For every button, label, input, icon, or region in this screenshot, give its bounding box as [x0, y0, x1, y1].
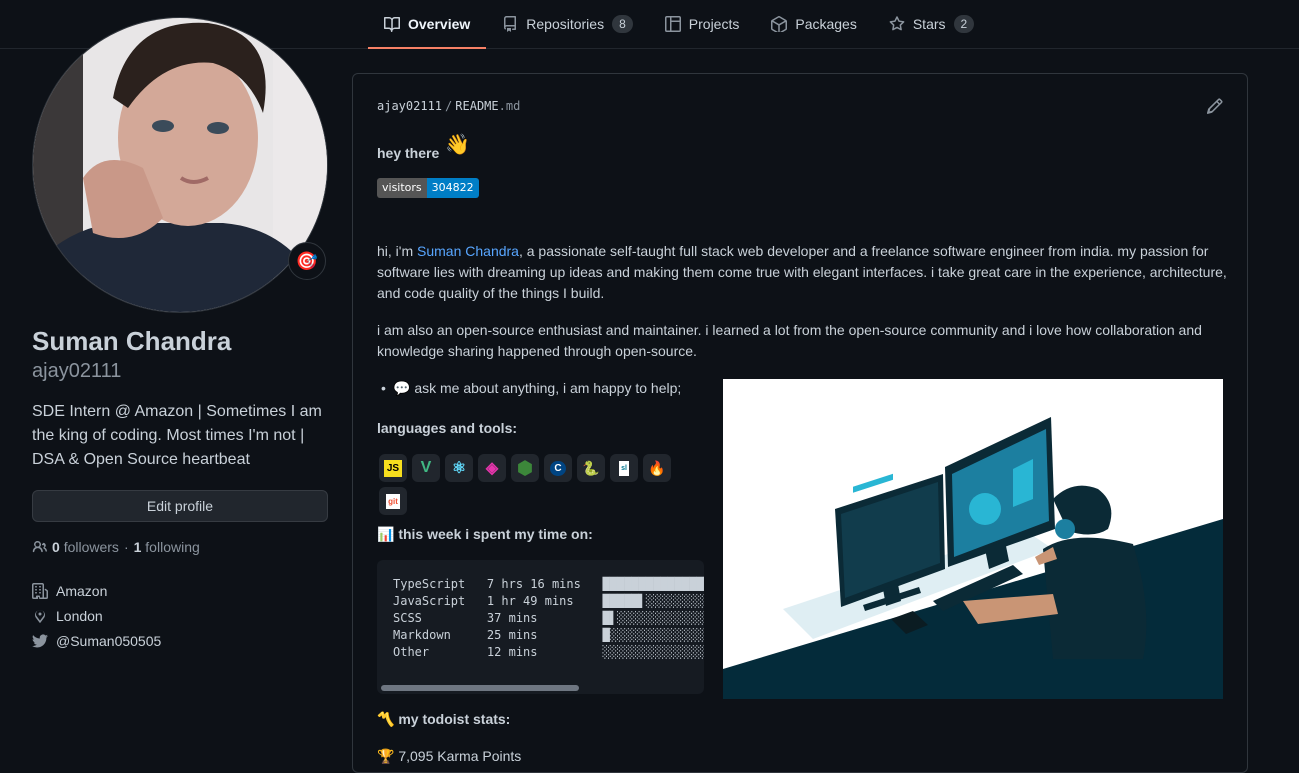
wakatime-block: TypeScript 7 hrs 16 mins ███████████████… — [377, 560, 704, 694]
pencil-icon[interactable] — [1207, 98, 1223, 114]
tool-label: 🔥 — [648, 459, 666, 476]
book-icon — [384, 16, 400, 32]
tool-label: git — [386, 493, 400, 509]
path-separator: / — [445, 99, 453, 113]
git-icon[interactable]: git — [379, 487, 407, 515]
twitter-handle: @Suman050505 — [56, 632, 162, 649]
readme-opensource: i am also an open-source enthusiast and … — [377, 322, 1202, 359]
edit-profile-button[interactable]: Edit profile — [32, 490, 328, 522]
nodejs-icon[interactable]: ⬢ — [511, 454, 539, 482]
wave-icon: 👋 — [445, 134, 470, 156]
tool-label: sl — [619, 460, 629, 476]
detail-location: London — [32, 603, 161, 628]
twitter-icon — [32, 633, 48, 648]
profile-name: Suman Chandra — [32, 326, 232, 356]
tab-repositories[interactable]: Repositories 8 — [486, 0, 649, 48]
profile-bio: SDE Intern @ Amazon | Sometimes I am the… — [32, 403, 322, 468]
mysql-icon[interactable]: sl — [610, 454, 638, 482]
location-name: London — [56, 607, 103, 624]
readme-path: ajay02111/README.md — [377, 99, 520, 113]
repo-icon — [504, 16, 517, 32]
tools-list: JS V ⚛ ◈ ⬢ C 🐍 sl 🔥 git — [379, 454, 679, 515]
tool-label: ⚛ — [451, 460, 467, 477]
avatar-photo — [33, 18, 327, 312]
tool-label: 🐍 — [582, 459, 600, 476]
tab-overview[interactable]: Overview — [368, 0, 487, 49]
followers-link[interactable]: 0 followers — [52, 539, 119, 555]
list-item: 💬 ask me about anything, i am happy to h… — [381, 380, 681, 397]
tab-projects[interactable]: Projects — [649, 0, 756, 48]
tab-label: Projects — [688, 16, 740, 32]
wakatime-stats: TypeScript 7 hrs 16 mins ███████████████… — [393, 577, 704, 659]
repo-count-badge: 8 — [612, 15, 633, 33]
project-icon — [664, 16, 681, 32]
readme-intro: hi, i'm Suman Chandra, a passionate self… — [377, 241, 1227, 304]
readme-file-base: README — [455, 99, 499, 113]
follow-stats: 0 followers · 1 following — [32, 539, 200, 555]
star-icon — [889, 16, 905, 31]
horizontal-scrollbar[interactable] — [381, 685, 579, 691]
illustration-svg — [723, 379, 1223, 699]
readme-file-ext: .md — [498, 99, 521, 113]
tools-heading: languages and tools: — [377, 420, 518, 436]
following-label: following — [145, 539, 200, 555]
javascript-icon[interactable]: JS — [379, 454, 407, 482]
tab-packages[interactable]: Packages — [755, 0, 872, 48]
readme-greeting: hey there — [377, 145, 440, 161]
avatar[interactable] — [32, 17, 328, 313]
readme-file-link[interactable]: README.md — [455, 99, 520, 113]
python-icon[interactable]: 🐍 — [577, 454, 605, 482]
cplusplus-icon[interactable]: C — [544, 454, 572, 482]
followers-label: followers — [63, 539, 119, 555]
tab-label: Stars — [912, 16, 946, 32]
tabs: Overview Repositories 8 Projects Package… — [368, 0, 990, 49]
tool-label: JS — [383, 459, 403, 477]
detail-company: Amazon — [32, 578, 161, 603]
tab-label: Repositories — [526, 16, 605, 32]
package-icon — [771, 16, 788, 32]
tool-label: ◈ — [485, 460, 499, 477]
location-icon — [35, 609, 45, 623]
following-link[interactable]: 1 following — [134, 539, 200, 555]
developer-illustration — [723, 379, 1223, 699]
detail-twitter[interactable]: @Suman050505 — [32, 628, 161, 653]
people-icon — [32, 541, 47, 553]
tool-label: V — [420, 459, 432, 476]
tool-label: C — [550, 460, 566, 476]
author-link[interactable]: Suman Chandra — [417, 243, 519, 259]
tab-stars[interactable]: Stars 2 — [873, 0, 990, 48]
intro-pre: hi, i'm — [377, 243, 418, 259]
week-heading: 📊 this week i spent my time on: — [377, 526, 593, 542]
followers-count: 0 — [52, 539, 60, 555]
tab-label: Overview — [408, 16, 471, 32]
company-name: Amazon — [56, 582, 108, 599]
profile-details: Amazon London @Suman050505 — [32, 578, 161, 653]
follow-separator: · — [123, 539, 129, 555]
following-count: 1 — [133, 539, 142, 555]
firebase-icon[interactable]: 🔥 — [643, 454, 671, 482]
tool-label: ⬢ — [517, 457, 533, 478]
profile-readme: ajay02111/README.md hey there 👋 visitors… — [352, 73, 1248, 773]
badge-label: visitors — [377, 178, 427, 198]
target-icon: 🎯 — [295, 250, 319, 271]
vue-icon[interactable]: V — [412, 454, 440, 482]
visitors-badge: visitors 304822 — [377, 178, 479, 198]
badge-value: 304822 — [426, 178, 479, 198]
profile-login: ajay02111 — [32, 360, 122, 382]
tab-label: Packages — [795, 16, 857, 32]
readme-owner-link[interactable]: ajay02111 — [377, 99, 442, 113]
graphql-icon[interactable]: ◈ — [478, 454, 506, 482]
react-icon[interactable]: ⚛ — [445, 454, 473, 482]
stars-count-badge: 2 — [953, 15, 975, 33]
todoist-heading: 〽️ my todoist stats: — [377, 711, 511, 727]
status-button[interactable]: 🎯 — [288, 242, 326, 280]
organization-icon — [32, 582, 48, 599]
karma-points: 🏆 7,095 Karma Points — [377, 748, 522, 764]
